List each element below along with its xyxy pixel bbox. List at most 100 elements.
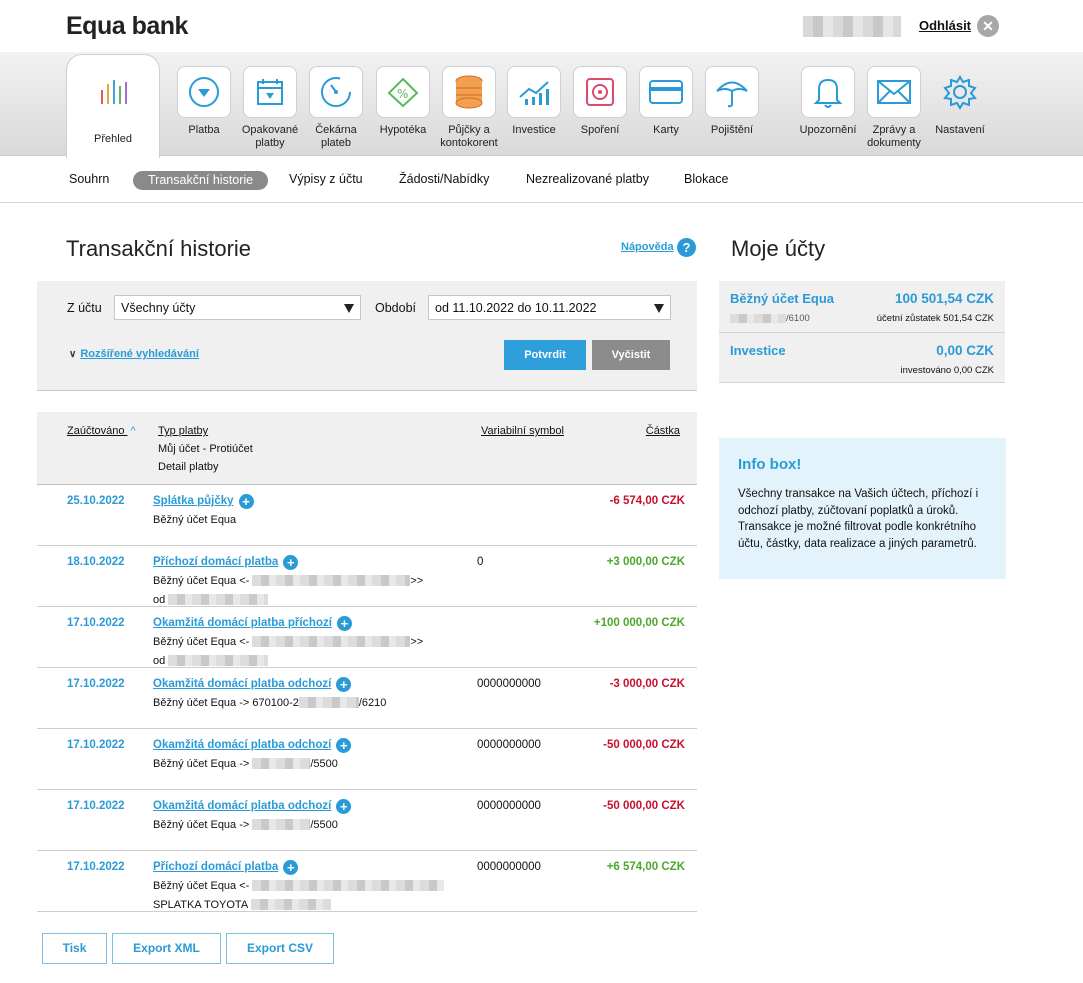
- row-vs: 0: [477, 556, 484, 568]
- sort-booked-header[interactable]: Zaúčtováno ^: [67, 425, 136, 437]
- row-account-label: Běžný účet Equa ->: [153, 819, 250, 831]
- row-account: Běžný účet Equa <-: [153, 880, 445, 892]
- account-name[interactable]: Investice: [730, 343, 786, 358]
- nav-label: Hypotéka: [379, 124, 427, 136]
- row-type-label: Okamžitá domácí platba odchozí: [153, 678, 332, 690]
- row-type-link[interactable]: Okamžitá domácí platba odchozí +: [153, 738, 352, 753]
- nav-item-opakovane-platby[interactable]: Opakované platby: [237, 66, 303, 150]
- tab-zadosti[interactable]: Žádosti/Nabídky: [399, 172, 489, 186]
- account-card-bezny[interactable]: Běžný účet Equa 100 501,54 CZK /6100 úče…: [719, 281, 1005, 333]
- row-type-link[interactable]: Okamžitá domácí platba odchozí +: [153, 677, 352, 692]
- nav-item-karty[interactable]: Karty: [633, 66, 699, 137]
- row-amount: +100 000,00 CZK: [593, 617, 685, 629]
- row-type-label: Splátka půjčky: [153, 495, 234, 507]
- export-xml-button[interactable]: Export XML: [112, 933, 221, 964]
- logout-link[interactable]: Odhlásit: [919, 18, 971, 33]
- plus-icon[interactable]: +: [336, 677, 352, 692]
- safe-icon: [573, 66, 627, 118]
- row-type-link[interactable]: Okamžitá domácí platba příchozí +: [153, 616, 352, 631]
- help-link[interactable]: Nápověda: [621, 241, 674, 253]
- account-name[interactable]: Běžný účet Equa: [730, 291, 834, 306]
- advanced-search-label: Rozšířené vyhledávání: [80, 348, 199, 360]
- row-account: Běžný účet Equa <- >>: [153, 636, 423, 648]
- table-row[interactable]: 18.10.2022 Příchozí domácí platba + Běžný…: [37, 546, 697, 607]
- nav-item-sporeni[interactable]: Spoření: [567, 66, 633, 137]
- nav-item-zpravy[interactable]: Zprávy a dokumenty: [861, 66, 927, 150]
- row-account: Běžný účet Equa -> 670100-2/6210: [153, 697, 386, 709]
- help-icon[interactable]: ?: [677, 238, 696, 257]
- nav-item-investice[interactable]: Investice: [501, 66, 567, 137]
- plus-icon[interactable]: +: [336, 799, 352, 814]
- nav-item-cekarna-plateb[interactable]: Čekárna plateb: [303, 66, 369, 150]
- plus-icon[interactable]: +: [336, 738, 352, 753]
- table-row[interactable]: 17.10.2022 Okamžitá domácí platba odchoz…: [37, 790, 697, 851]
- table-row[interactable]: 17.10.2022 Okamžitá domácí platba odchoz…: [37, 729, 697, 790]
- row-type-link[interactable]: Splátka půjčky +: [153, 494, 254, 509]
- from-account-select[interactable]: Všechny účty: [114, 295, 361, 320]
- row-detail-label: od: [153, 655, 166, 667]
- payment-icon: [177, 66, 231, 118]
- equa-bank-logo[interactable]: Equa bank: [66, 12, 188, 41]
- export-csv-button[interactable]: Export CSV: [226, 933, 334, 964]
- row-amount: +3 000,00 CZK: [606, 556, 685, 568]
- nav-item-hypoteka[interactable]: % Hypotéka: [370, 66, 436, 137]
- plus-icon[interactable]: +: [336, 616, 352, 631]
- close-icon[interactable]: ✕: [977, 15, 999, 37]
- row-amount: -50 000,00 CZK: [603, 800, 685, 812]
- period-value: od 11.10.2022 do 10.11.2022: [435, 301, 597, 315]
- tab-transakcni-historie[interactable]: Transakční historie: [133, 171, 269, 190]
- chevron-down-icon: ∨: [69, 349, 77, 360]
- row-account-label: Běžný účet Equa ->: [153, 758, 250, 770]
- tab-nezrealizovane[interactable]: Nezrealizované platby: [526, 172, 649, 186]
- table-row[interactable]: 17.10.2022 Příchozí domácí platba + Běžný…: [37, 851, 697, 912]
- nav-item-pujcky[interactable]: Půjčky a kontokorent: [436, 66, 502, 150]
- row-type-label: Příchozí domácí platba: [153, 861, 279, 873]
- row-account-label: Běžný účet Equa <-: [153, 880, 250, 892]
- from-account-value: Všechny účty: [121, 301, 196, 315]
- filter-panel: Z účtu Všechny účty Období od 11.10.2022…: [37, 281, 697, 391]
- plus-icon[interactable]: +: [283, 860, 299, 875]
- tab-souhrn[interactable]: Souhrn: [69, 172, 109, 186]
- row-type-link[interactable]: Příchozí domácí platba +: [153, 860, 299, 875]
- table-row[interactable]: 25.10.2022 Splátka půjčky + Běžný účet Eq…: [37, 485, 697, 546]
- print-button[interactable]: Tisk: [42, 933, 107, 964]
- row-type-link[interactable]: Příchozí domácí platba +: [153, 555, 299, 570]
- period-label: Období: [375, 301, 417, 315]
- my-account-header: Můj účet - Protiúčet: [158, 443, 253, 455]
- plus-icon[interactable]: +: [283, 555, 299, 570]
- nav-item-upozorneni[interactable]: Upozornění: [795, 66, 861, 137]
- sort-vs-header[interactable]: Variabilní symbol: [481, 425, 564, 437]
- calendar-icon: [243, 66, 297, 118]
- plus-icon[interactable]: +: [238, 494, 254, 509]
- coins-icon: [442, 66, 496, 118]
- table-row[interactable]: 17.10.2022 Okamžitá domácí platba přícho…: [37, 607, 697, 668]
- sort-type-header[interactable]: Typ platby: [158, 425, 208, 437]
- account-note: investováno 0,00 CZK: [900, 365, 994, 376]
- confirm-button[interactable]: Potvrdit: [504, 340, 586, 370]
- row-amount: -50 000,00 CZK: [603, 739, 685, 751]
- row-detail: SPLATKA TOYOTA: [153, 899, 331, 911]
- nav-label: Zprávy a dokumenty: [867, 124, 921, 149]
- nav-item-nastaveni[interactable]: Nastavení: [927, 66, 993, 137]
- row-account-end: /6210: [358, 697, 387, 709]
- nav-item-pojisteni[interactable]: Pojištění: [699, 66, 765, 137]
- nav-item-platba[interactable]: Platba: [171, 66, 237, 137]
- advanced-search-link[interactable]: ∨ Rozšířené vyhledávání: [69, 348, 199, 360]
- account-card-investice[interactable]: Investice 0,00 CZK investováno 0,00 CZK: [719, 333, 1005, 383]
- user-name-redacted: [803, 16, 901, 37]
- nav-label: Spoření: [580, 124, 620, 136]
- sort-amount-header[interactable]: Částka: [646, 425, 680, 437]
- clear-button[interactable]: Vyčistit: [592, 340, 670, 370]
- account-note: účetní zůstatek 501,54 CZK: [876, 313, 994, 324]
- row-detail-label: od: [153, 594, 166, 606]
- tab-vypisy[interactable]: Výpisy z účtu: [289, 172, 363, 186]
- table-row[interactable]: 17.10.2022 Okamžitá domácí platba odchoz…: [37, 668, 697, 729]
- row-type-link[interactable]: Okamžitá domácí platba odchozí +: [153, 799, 352, 814]
- booked-header-label: Zaúčtováno: [67, 425, 125, 437]
- row-account: Běžný účet Equa -> /5500: [153, 819, 338, 831]
- nav-item-prehled[interactable]: Přehled: [66, 54, 160, 158]
- tab-blokace[interactable]: Blokace: [684, 172, 728, 186]
- row-account-label: Běžný účet Equa -> 670100-2: [153, 697, 299, 709]
- period-select[interactable]: od 11.10.2022 do 10.11.2022: [428, 295, 671, 320]
- row-account: Běžný účet Equa: [153, 514, 237, 526]
